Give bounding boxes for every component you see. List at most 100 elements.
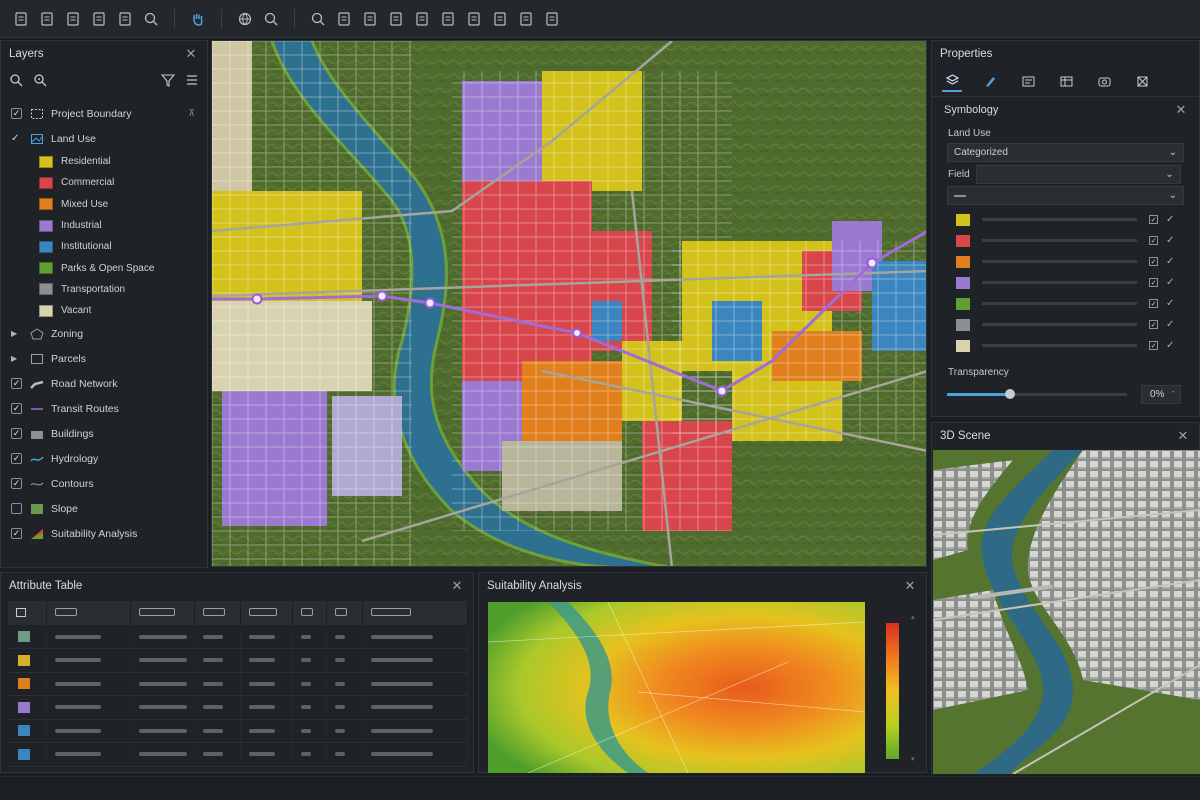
edit-file-icon[interactable] bbox=[62, 8, 84, 30]
zoom-in-icon[interactable] bbox=[140, 8, 162, 30]
image-icon[interactable] bbox=[359, 8, 381, 30]
caret-right-icon[interactable]: ▶ bbox=[11, 329, 22, 338]
checkmark-icon[interactable]: ✓ bbox=[11, 133, 22, 144]
globe-icon[interactable] bbox=[234, 8, 256, 30]
scene-svg[interactable] bbox=[933, 450, 1200, 774]
layer-item-buildings[interactable]: Buildings bbox=[1, 421, 207, 446]
close-icon[interactable]: ✕ bbox=[449, 578, 465, 594]
tab-symbology-layers-icon[interactable] bbox=[942, 72, 962, 92]
symbol-class-row[interactable]: ✓ ✓ bbox=[932, 230, 1199, 251]
layer-visibility-checkbox[interactable] bbox=[11, 428, 22, 440]
column-header[interactable] bbox=[8, 601, 47, 625]
suitability-svg[interactable] bbox=[488, 602, 865, 773]
layer-item-transit-routes[interactable]: Transit Routes bbox=[1, 396, 207, 421]
layer-item-contours[interactable]: Contours bbox=[1, 471, 207, 496]
land-use-class-item[interactable]: Institutional bbox=[1, 236, 207, 257]
land-use-class-item[interactable]: Transportation bbox=[1, 279, 207, 300]
tab-rendering-icon[interactable] bbox=[1094, 72, 1114, 92]
land-use-class-item[interactable]: Parks & Open Space bbox=[1, 257, 207, 278]
symbol-visible-checkbox[interactable]: ✓ bbox=[1149, 215, 1158, 224]
layer-visibility-checkbox[interactable] bbox=[11, 378, 22, 390]
print-icon[interactable] bbox=[114, 8, 136, 30]
color-swatch[interactable] bbox=[956, 255, 970, 268]
land-use-class-item[interactable]: Mixed Use bbox=[1, 194, 207, 215]
close-icon[interactable]: ✕ bbox=[1175, 428, 1191, 444]
layer-item-slope[interactable]: Slope bbox=[1, 496, 207, 521]
select-icon[interactable] bbox=[333, 8, 355, 30]
column-header[interactable] bbox=[240, 601, 293, 625]
pan-hand-icon[interactable] bbox=[187, 8, 209, 30]
color-swatch[interactable] bbox=[956, 318, 970, 331]
symbol-class-row[interactable]: ✓ ✓ bbox=[932, 272, 1199, 293]
export-icon[interactable] bbox=[88, 8, 110, 30]
caret-right-icon[interactable]: ▶ bbox=[11, 354, 22, 363]
symbol-class-row[interactable]: ✓ ✓ bbox=[932, 335, 1199, 356]
symbol-visible-checkbox[interactable]: ✓ bbox=[1149, 299, 1158, 308]
layer-item-road-network[interactable]: Road Network bbox=[1, 371, 207, 396]
column-header[interactable] bbox=[130, 601, 195, 625]
pin-icon[interactable]: ⊼ bbox=[188, 108, 195, 119]
layer-item-project-boundary[interactable]: Project Boundary ⊼ bbox=[1, 101, 207, 126]
column-header[interactable] bbox=[362, 601, 468, 625]
symbol-visible-checkbox[interactable]: ✓ bbox=[1149, 257, 1158, 266]
layer-visibility-checkbox[interactable] bbox=[11, 503, 22, 515]
filter-icon[interactable] bbox=[160, 73, 176, 90]
layer-visibility-checkbox[interactable] bbox=[11, 478, 22, 490]
table-row[interactable] bbox=[8, 648, 468, 673]
new-file-icon[interactable] bbox=[10, 8, 32, 30]
color-swatch[interactable] bbox=[956, 339, 970, 352]
layer-visibility-checkbox[interactable] bbox=[11, 528, 22, 540]
close-icon[interactable]: ✕ bbox=[183, 46, 199, 62]
tab-metadata-icon[interactable] bbox=[1132, 72, 1152, 92]
zoom-out-icon[interactable] bbox=[307, 8, 329, 30]
land-use-class-item[interactable]: Industrial bbox=[1, 215, 207, 236]
symbol-class-row[interactable]: ✓ ✓ bbox=[932, 209, 1199, 230]
export-map-icon[interactable] bbox=[489, 8, 511, 30]
layer-options-icon[interactable] bbox=[185, 73, 199, 90]
color-swatch[interactable] bbox=[956, 213, 970, 226]
layer-visibility-checkbox[interactable] bbox=[11, 108, 22, 119]
layer-item-suitability-analysis[interactable]: Suitability Analysis bbox=[1, 521, 207, 546]
symbol-select[interactable]: ⌄ bbox=[947, 186, 1184, 205]
open-file-icon[interactable] bbox=[36, 8, 58, 30]
symbol-visible-checkbox[interactable]: ✓ bbox=[1149, 341, 1158, 350]
search-icon[interactable] bbox=[9, 73, 23, 90]
suitability-map[interactable] bbox=[488, 602, 865, 773]
land-use-class-item[interactable]: Commercial bbox=[1, 172, 207, 193]
table-row[interactable] bbox=[8, 672, 468, 696]
tab-style-brush-icon[interactable] bbox=[980, 72, 1000, 92]
layer-item-land-use[interactable]: ✓ Land Use bbox=[1, 126, 207, 151]
tab-fields-icon[interactable] bbox=[1056, 72, 1076, 92]
scene-3d-view[interactable] bbox=[933, 450, 1200, 774]
table-icon[interactable] bbox=[515, 8, 537, 30]
map-svg[interactable] bbox=[212, 41, 927, 567]
table-select-icon[interactable] bbox=[16, 607, 26, 617]
measure-icon[interactable] bbox=[411, 8, 433, 30]
symbol-class-row[interactable]: ✓ ✓ bbox=[932, 293, 1199, 314]
renderer-select[interactable]: Categorized ⌄ bbox=[947, 143, 1184, 162]
symbol-class-row[interactable]: ✓ ✓ bbox=[932, 314, 1199, 335]
column-header[interactable] bbox=[46, 601, 131, 625]
field-select[interactable]: ⌄ bbox=[975, 164, 1181, 184]
close-icon[interactable]: ✕ bbox=[1173, 102, 1189, 118]
layer-item-zoning[interactable]: ▶ Zoning bbox=[1, 321, 207, 346]
stepper-icon[interactable]: ⌃ bbox=[1170, 390, 1176, 398]
layer-item-parcels[interactable]: ▶ Parcels bbox=[1, 346, 207, 371]
color-swatch[interactable] bbox=[956, 276, 970, 289]
table-row[interactable] bbox=[8, 625, 468, 649]
layer-edit-icon[interactable] bbox=[385, 8, 407, 30]
column-header[interactable] bbox=[292, 601, 327, 625]
column-header[interactable] bbox=[326, 601, 363, 625]
zoom-to-layer-icon[interactable] bbox=[33, 73, 47, 90]
layout-icon[interactable] bbox=[541, 8, 563, 30]
tab-labels-icon[interactable] bbox=[1018, 72, 1038, 92]
layer-item-hydrology[interactable]: Hydrology bbox=[1, 446, 207, 471]
layer-visibility-checkbox[interactable] bbox=[11, 403, 22, 415]
close-icon[interactable]: ✕ bbox=[902, 578, 918, 594]
color-swatch[interactable] bbox=[956, 234, 970, 247]
table-row[interactable] bbox=[8, 695, 468, 720]
slider-knob[interactable] bbox=[1005, 388, 1015, 399]
symbol-visible-checkbox[interactable]: ✓ bbox=[1149, 236, 1158, 245]
layer-visibility-checkbox[interactable] bbox=[11, 453, 22, 465]
transparency-slider[interactable] bbox=[947, 388, 1127, 399]
